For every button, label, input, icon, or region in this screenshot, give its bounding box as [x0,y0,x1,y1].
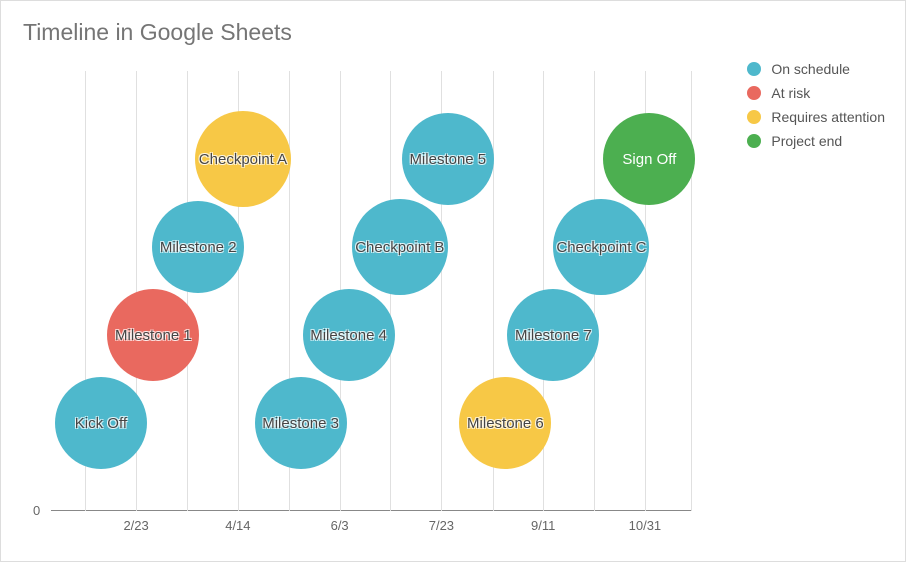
bubble-label: Milestone 3 [262,415,339,432]
bubble-milestone-4[interactable]: Milestone 4 [303,289,395,381]
bubble-label: Milestone 1 [115,327,192,344]
x-axis-line [51,510,691,511]
legend: On schedule At risk Requires attention Proj… [747,61,885,157]
bubble-milestone-7[interactable]: Milestone 7 [507,289,599,381]
legend-label: Requires attention [771,109,885,125]
x-tick-label: 9/11 [531,518,555,533]
legend-label: On schedule [771,61,850,77]
legend-swatch [747,62,761,76]
legend-item[interactable]: At risk [747,85,885,101]
legend-label: At risk [771,85,810,101]
bubble-kick-off[interactable]: Kick Off [55,377,147,469]
bubble-checkpoint-b[interactable]: Checkpoint B [352,199,448,295]
bubble-label: Checkpoint B [355,239,444,256]
legend-item[interactable]: Project end [747,133,885,149]
legend-item[interactable]: On schedule [747,61,885,77]
bubble-milestone-3[interactable]: Milestone 3 [255,377,347,469]
bubble-sign-off[interactable]: Sign Off [603,113,695,205]
legend-item[interactable]: Requires attention [747,109,885,125]
gridline [691,71,692,511]
bubble-label: Checkpoint A [199,151,287,168]
x-tick-label: 4/14 [225,518,250,533]
bubble-milestone-5[interactable]: Milestone 5 [402,113,494,205]
bubble-label: Milestone 6 [467,415,544,432]
legend-swatch [747,110,761,124]
bubble-label: Milestone 7 [515,327,592,344]
bubble-label: Checkpoint C [556,239,646,256]
bubble-label: Kick Off [75,415,127,432]
x-tick-label: 7/23 [429,518,454,533]
x-tick-label: 10/31 [629,518,662,533]
bubble-milestone-6[interactable]: Milestone 6 [459,377,551,469]
bubble-checkpoint-c[interactable]: Checkpoint C [553,199,649,295]
x-tick-label: 2/23 [123,518,148,533]
plot-area: 2/234/146/37/239/1110/310Kick OffMilesto… [51,71,691,511]
y-tick-zero: 0 [33,503,40,518]
bubble-checkpoint-a[interactable]: Checkpoint A [195,111,291,207]
chart-title: Timeline in Google Sheets [23,19,292,46]
bubble-label: Milestone 2 [160,239,237,256]
bubble-label: Milestone 5 [409,151,486,168]
legend-label: Project end [771,133,842,149]
legend-swatch [747,86,761,100]
x-tick-label: 6/3 [331,518,349,533]
legend-swatch [747,134,761,148]
bubble-milestone-1[interactable]: Milestone 1 [107,289,199,381]
timeline-chart: Timeline in Google Sheets 2/234/146/37/2… [1,1,905,561]
bubble-label: Milestone 4 [310,327,387,344]
bubble-milestone-2[interactable]: Milestone 2 [152,201,244,293]
bubble-label: Sign Off [622,151,676,168]
